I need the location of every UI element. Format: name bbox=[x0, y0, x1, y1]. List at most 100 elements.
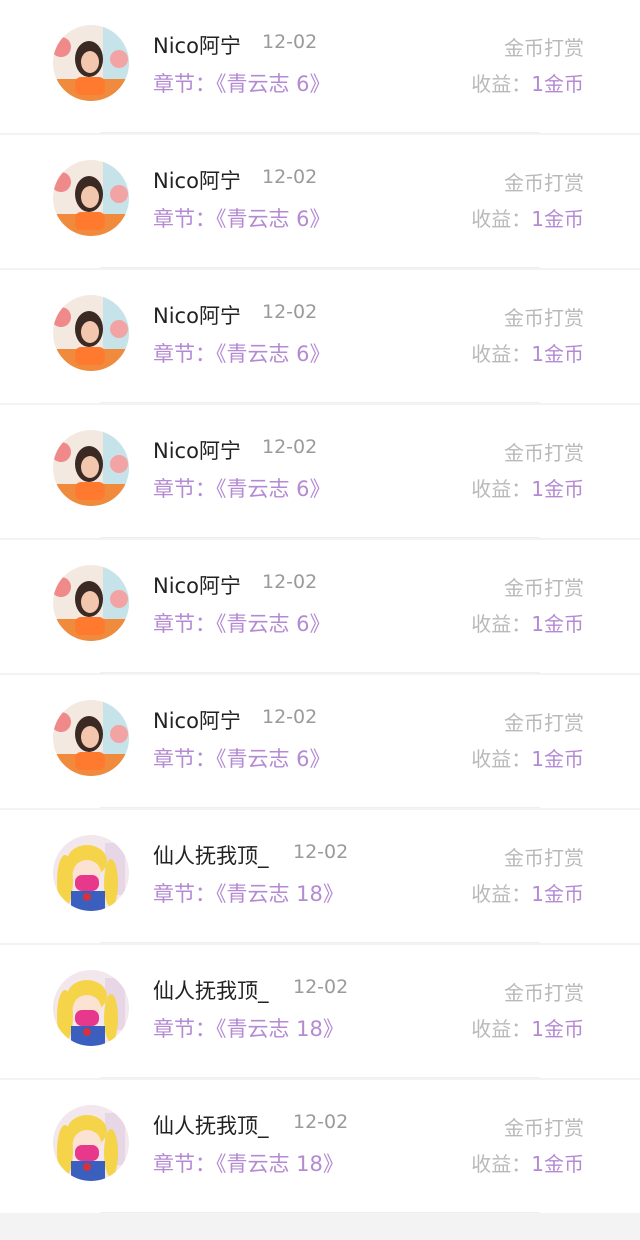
income-amount: 1金币 bbox=[531, 207, 584, 231]
list-item[interactable]: Nico阿宁 12-02 章节：《青云志 6》 金币打赏 收益：1金币 bbox=[0, 270, 640, 403]
chapter-link[interactable]: 《青云志 18》 bbox=[216, 882, 344, 906]
woman-photo-avatar bbox=[53, 700, 129, 776]
income-prefix: 收益： bbox=[471, 747, 532, 771]
user-avatar[interactable] bbox=[53, 430, 129, 506]
row-divider bbox=[100, 1077, 540, 1078]
anime-girl-avatar bbox=[53, 1105, 129, 1181]
row-divider bbox=[100, 807, 540, 808]
username[interactable]: Nico阿宁 bbox=[153, 705, 241, 735]
user-avatar[interactable] bbox=[53, 25, 129, 101]
income-amount: 1金币 bbox=[531, 1152, 584, 1176]
user-avatar[interactable] bbox=[53, 700, 129, 776]
chapter-link[interactable]: 《青云志 18》 bbox=[216, 1017, 344, 1041]
list-item[interactable]: Nico阿宁 12-02 章节：《青云志 6》 金币打赏 收益：1金币 bbox=[0, 405, 640, 538]
income-prefix: 收益： bbox=[471, 477, 532, 501]
chapter-link[interactable]: 《青云志 18》 bbox=[216, 1152, 344, 1176]
date-label: 12-02 bbox=[262, 166, 318, 188]
chapter-prefix: 章节： bbox=[153, 72, 216, 96]
reward-type-label: 金币打赏 bbox=[504, 171, 584, 195]
list-item[interactable]: 仙人抚我顶_ 12-02 章节：《青云志 18》 金币打赏 收益：1金币 bbox=[0, 945, 640, 1078]
income-amount: 1金币 bbox=[531, 1017, 584, 1041]
chapter-prefix: 章节： bbox=[153, 612, 216, 636]
chapter-prefix: 章节： bbox=[153, 1152, 216, 1176]
user-avatar[interactable] bbox=[53, 835, 129, 911]
income-amount: 1金币 bbox=[531, 342, 584, 366]
chapter-label: 章节：《青云志 18》 bbox=[153, 878, 344, 908]
user-avatar[interactable] bbox=[53, 160, 129, 236]
row-divider bbox=[100, 942, 540, 943]
username[interactable]: Nico阿宁 bbox=[153, 435, 241, 465]
chapter-link[interactable]: 《青云志 6》 bbox=[216, 72, 331, 96]
user-avatar[interactable] bbox=[53, 1105, 129, 1181]
row-divider bbox=[100, 537, 540, 538]
list-item[interactable]: Nico阿宁 12-02 章节：《青云志 6》 金币打赏 收益：1金币 bbox=[0, 540, 640, 673]
chapter-link[interactable]: 《青云志 6》 bbox=[216, 747, 331, 771]
chapter-label: 章节：《青云志 18》 bbox=[153, 1148, 344, 1178]
income-prefix: 收益： bbox=[471, 1152, 532, 1176]
anime-girl-avatar bbox=[53, 970, 129, 1046]
income-label: 收益：1金币 bbox=[471, 1013, 584, 1042]
row-divider bbox=[100, 402, 540, 403]
chapter-prefix: 章节： bbox=[153, 477, 216, 501]
income-prefix: 收益： bbox=[471, 72, 532, 96]
date-label: 12-02 bbox=[293, 1111, 349, 1133]
reward-type-label: 金币打赏 bbox=[504, 846, 584, 870]
date-label: 12-02 bbox=[262, 571, 318, 593]
income-label: 收益：1金币 bbox=[471, 338, 584, 367]
chapter-link[interactable]: 《青云志 6》 bbox=[216, 342, 331, 366]
reward-record-list: Nico阿宁 12-02 章节：《青云志 6》 金币打赏 收益：1金币 Nico… bbox=[0, 0, 640, 1240]
username[interactable]: Nico阿宁 bbox=[153, 165, 241, 195]
income-label: 收益：1金币 bbox=[471, 743, 584, 772]
chapter-link[interactable]: 《青云志 6》 bbox=[216, 612, 331, 636]
list-item[interactable]: 仙人抚我顶_ 12-02 章节：《青云志 18》 金币打赏 收益：1金币 bbox=[0, 1080, 640, 1213]
woman-photo-avatar bbox=[53, 295, 129, 371]
chapter-link[interactable]: 《青云志 6》 bbox=[216, 477, 331, 501]
income-label: 收益：1金币 bbox=[471, 1148, 584, 1177]
list-item[interactable]: Nico阿宁 12-02 章节：《青云志 6》 金币打赏 收益：1金币 bbox=[0, 135, 640, 268]
username[interactable]: Nico阿宁 bbox=[153, 570, 241, 600]
chapter-prefix: 章节： bbox=[153, 882, 216, 906]
date-label: 12-02 bbox=[293, 841, 349, 863]
anime-girl-avatar bbox=[53, 835, 129, 911]
username[interactable]: 仙人抚我顶_ bbox=[153, 1110, 269, 1140]
income-amount: 1金币 bbox=[531, 747, 584, 771]
row-divider bbox=[100, 1212, 540, 1213]
username[interactable]: 仙人抚我顶_ bbox=[153, 840, 269, 870]
username[interactable]: Nico阿宁 bbox=[153, 30, 241, 60]
income-label: 收益：1金币 bbox=[471, 203, 584, 232]
chapter-label: 章节：《青云志 6》 bbox=[153, 608, 331, 638]
income-amount: 1金币 bbox=[531, 612, 584, 636]
income-amount: 1金币 bbox=[531, 477, 584, 501]
income-prefix: 收益： bbox=[471, 342, 532, 366]
income-prefix: 收益： bbox=[471, 612, 532, 636]
row-divider bbox=[100, 672, 540, 673]
date-label: 12-02 bbox=[293, 976, 349, 998]
chapter-link[interactable]: 《青云志 6》 bbox=[216, 207, 331, 231]
chapter-prefix: 章节： bbox=[153, 747, 216, 771]
reward-type-label: 金币打赏 bbox=[504, 36, 584, 60]
list-item[interactable]: 仙人抚我顶_ 12-02 章节：《青云志 18》 金币打赏 收益：1金币 bbox=[0, 810, 640, 943]
income-amount: 1金币 bbox=[531, 72, 584, 96]
income-label: 收益：1金币 bbox=[471, 878, 584, 907]
woman-photo-avatar bbox=[53, 160, 129, 236]
income-label: 收益：1金币 bbox=[471, 68, 584, 97]
chapter-prefix: 章节： bbox=[153, 342, 216, 366]
chapter-label: 章节：《青云志 6》 bbox=[153, 743, 331, 773]
income-prefix: 收益： bbox=[471, 207, 532, 231]
reward-type-label: 金币打赏 bbox=[504, 1116, 584, 1140]
list-item[interactable]: Nico阿宁 12-02 章节：《青云志 6》 金币打赏 收益：1金币 bbox=[0, 0, 640, 133]
user-avatar[interactable] bbox=[53, 970, 129, 1046]
income-prefix: 收益： bbox=[471, 882, 532, 906]
user-avatar[interactable] bbox=[53, 295, 129, 371]
list-item[interactable]: Nico阿宁 12-02 章节：《青云志 6》 金币打赏 收益：1金币 bbox=[0, 675, 640, 808]
username[interactable]: 仙人抚我顶_ bbox=[153, 975, 269, 1005]
username[interactable]: Nico阿宁 bbox=[153, 300, 241, 330]
date-label: 12-02 bbox=[262, 436, 318, 458]
woman-photo-avatar bbox=[53, 565, 129, 641]
chapter-label: 章节：《青云志 6》 bbox=[153, 203, 331, 233]
user-avatar[interactable] bbox=[53, 565, 129, 641]
income-label: 收益：1金币 bbox=[471, 473, 584, 502]
chapter-prefix: 章节： bbox=[153, 207, 216, 231]
woman-photo-avatar bbox=[53, 25, 129, 101]
income-prefix: 收益： bbox=[471, 1017, 532, 1041]
